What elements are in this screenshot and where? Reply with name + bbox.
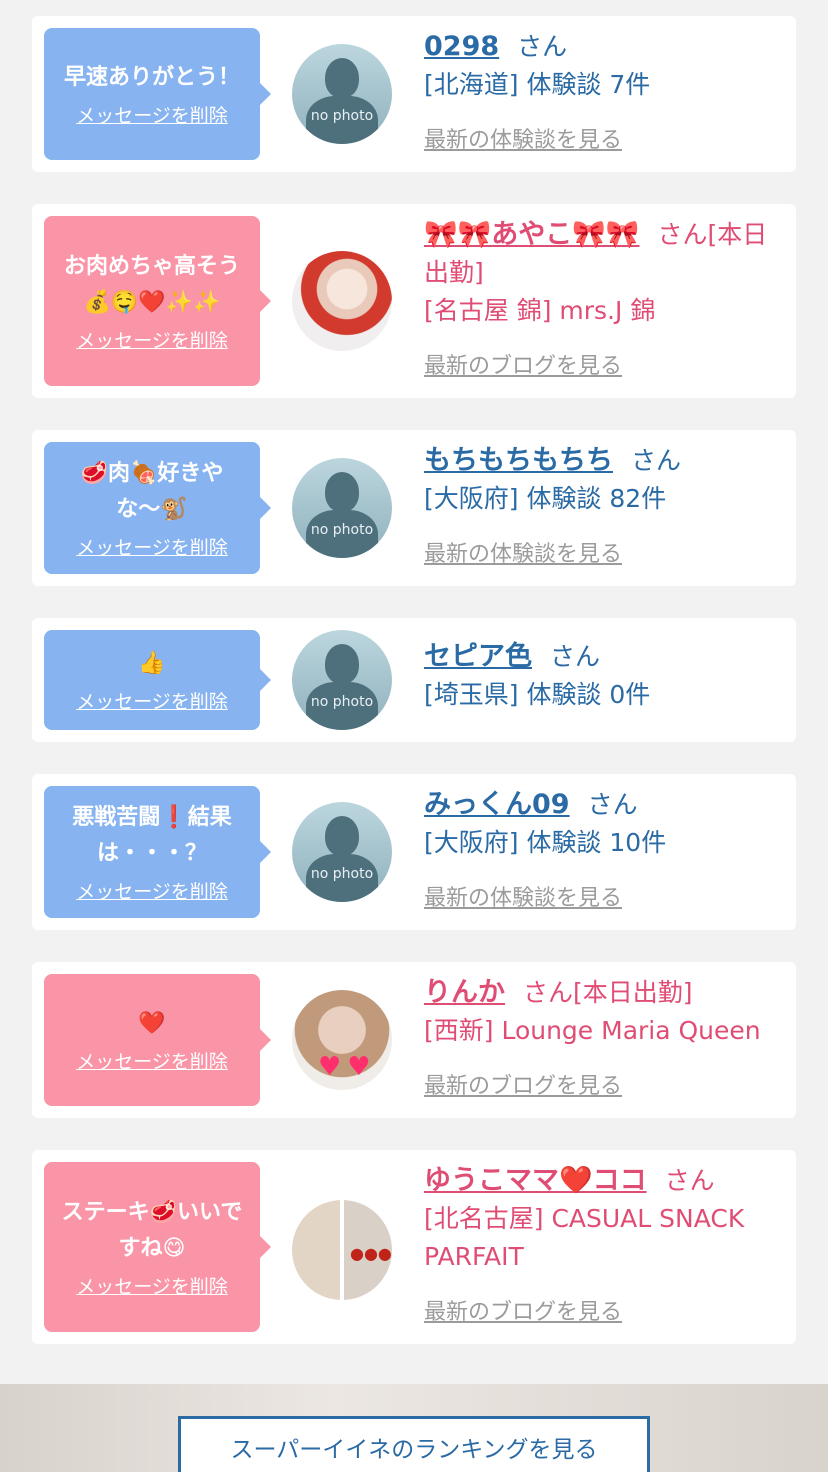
message-card: 👍 メッセージを削除 no photo セピア色 さん [埼玉県] 体験談 0件 xyxy=(32,618,796,742)
honorific: さん xyxy=(587,790,638,819)
user-shop-cont: PARFAIT xyxy=(424,1242,524,1271)
honorific: さん xyxy=(631,446,682,475)
message-text: 👍 xyxy=(138,651,166,676)
avatar[interactable]: no photo xyxy=(292,630,392,730)
no-photo-label: no photo xyxy=(310,522,374,538)
latest-blog-link[interactable]: 最新のブログを見る xyxy=(424,352,622,382)
message-bubble: 早速ありがとう！ メッセージを削除 xyxy=(44,28,271,160)
user-info: 0298 さん [北海道] 体験談 7件 xyxy=(424,28,784,104)
silhouette-head-icon xyxy=(325,472,359,512)
user-info: セピア色 さん [埼玉県] 体験談 0件 xyxy=(424,638,784,714)
message-bubble: 🥩肉🍖好きや な〜🐒 メッセージを削除 xyxy=(44,442,271,574)
user-info: りんか さん[本日出勤] [西新] Lounge Maria Queen xyxy=(424,974,784,1050)
honorific: さん xyxy=(657,220,708,249)
on-duty-label: [本日 xyxy=(707,220,768,249)
user-info: ゆうこママ❤️ココ さん [北名古屋] CASUAL SNACK PARFAIT xyxy=(424,1162,784,1276)
message-text: 🥩肉🍖好きや な〜🐒 xyxy=(80,461,224,522)
message-card: お肉めちゃ高そう 💰🤤❤️✨✨ メッセージを削除 🎀🎀あやこ🎀🎀 さん[本日 出勤… xyxy=(32,204,796,398)
latest-review-link[interactable]: 最新の体験談を見る xyxy=(424,126,622,156)
user-location: [大阪府] 体験談 10件 xyxy=(424,828,667,857)
user-name-link[interactable]: もちもちもちち xyxy=(424,445,613,476)
message-text: 早速ありがとう！ xyxy=(63,65,240,90)
latest-blog-link[interactable]: 最新のブログを見る xyxy=(424,1072,622,1102)
honorific: さん xyxy=(664,1166,715,1195)
photo-detail-icon: ●●● xyxy=(350,1244,392,1263)
message-bubble: 悪戦苦闘❗結果 は・・・？ メッセージを削除 xyxy=(44,786,271,918)
heart-sticker-icon: ♥♥ xyxy=(318,1052,377,1082)
user-location: [大阪府] 体験談 82件 xyxy=(424,484,667,513)
message-bubble: ❤️ メッセージを削除 xyxy=(44,974,271,1106)
user-name-link[interactable]: 0298 xyxy=(424,31,499,62)
delete-message-link[interactable]: メッセージを削除 xyxy=(76,329,228,353)
silhouette-head-icon xyxy=(325,644,359,684)
message-bubble: 👍 メッセージを削除 xyxy=(44,630,271,730)
honorific: さん xyxy=(523,978,574,1007)
no-photo-label: no photo xyxy=(310,108,374,124)
user-location: [北海道] 体験談 7件 xyxy=(424,70,651,99)
no-photo-label: no photo xyxy=(310,866,374,882)
user-name-link[interactable]: みっくん09 xyxy=(424,789,570,820)
avatar[interactable]: no photo xyxy=(292,802,392,902)
message-bubble: ステーキ🥩いいで すね😋 メッセージを削除 xyxy=(44,1162,271,1332)
silhouette-head-icon xyxy=(325,816,359,856)
latest-review-link[interactable]: 最新の体験談を見る xyxy=(424,540,622,570)
delete-message-link[interactable]: メッセージを削除 xyxy=(76,880,228,904)
avatar[interactable]: ●●● xyxy=(292,1200,392,1300)
user-name-link[interactable]: りんか xyxy=(424,977,505,1008)
delete-message-link[interactable]: メッセージを削除 xyxy=(76,1275,228,1299)
delete-message-link[interactable]: メッセージを削除 xyxy=(76,536,228,560)
user-info: みっくん09 さん [大阪府] 体験談 10件 xyxy=(424,786,784,862)
message-card: 早速ありがとう！ メッセージを削除 no photo 0298 さん [北海道] … xyxy=(32,16,796,172)
on-duty-label: [本日出勤] xyxy=(573,978,693,1007)
delete-message-link[interactable]: メッセージを削除 xyxy=(76,104,228,128)
message-text: 悪戦苦闘❗結果 は・・・？ xyxy=(72,805,232,866)
user-name-link[interactable]: セピア色 xyxy=(424,641,532,672)
message-bubble: お肉めちゃ高そう 💰🤤❤️✨✨ メッセージを削除 xyxy=(44,216,271,386)
user-shop: [名古屋 錦] mrs.J 錦 xyxy=(424,296,656,325)
silhouette-head-icon xyxy=(325,58,359,98)
latest-blog-link[interactable]: 最新のブログを見る xyxy=(424,1298,622,1328)
user-name-link[interactable]: 🎀🎀あやこ🎀🎀 xyxy=(424,219,639,250)
user-shop: [西新] Lounge Maria Queen xyxy=(424,1016,761,1045)
latest-review-link[interactable]: 最新の体験談を見る xyxy=(424,884,622,914)
on-duty-label-cont: 出勤] xyxy=(424,258,484,287)
user-info: 🎀🎀あやこ🎀🎀 さん[本日 出勤] [名古屋 錦] mrs.J 錦 xyxy=(424,216,784,330)
honorific: さん xyxy=(550,642,601,671)
message-text: ステーキ🥩いいで すね😋 xyxy=(61,1200,243,1261)
no-photo-label: no photo xyxy=(310,694,374,710)
user-info: もちもちもちち さん [大阪府] 体験談 82件 xyxy=(424,442,784,518)
message-card: ステーキ🥩いいで すね😋 メッセージを削除 ●●● ゆうこママ❤️ココ さん [北… xyxy=(32,1150,796,1344)
user-name-link[interactable]: ゆうこママ❤️ココ xyxy=(424,1165,647,1196)
avatar[interactable]: no photo xyxy=(292,458,392,558)
delete-message-link[interactable]: メッセージを削除 xyxy=(76,690,228,714)
avatar[interactable] xyxy=(292,251,392,351)
message-text: お肉めちゃ高そう 💰🤤❤️✨✨ xyxy=(63,254,240,315)
message-card: 🥩肉🍖好きや な〜🐒 メッセージを削除 no photo もちもちもちち さん [… xyxy=(32,430,796,586)
delete-message-link[interactable]: メッセージを削除 xyxy=(76,1050,228,1074)
honorific: さん xyxy=(517,32,568,61)
message-text: ❤️ xyxy=(138,1011,166,1036)
message-card: 悪戦苦闘❗結果 は・・・？ メッセージを削除 no photo みっくん09 さん… xyxy=(32,774,796,930)
ranking-button[interactable]: スーパーイイネのランキングを見る xyxy=(178,1416,650,1472)
avatar[interactable]: no photo xyxy=(292,44,392,144)
user-shop: [北名古屋] CASUAL SNACK xyxy=(424,1204,745,1233)
avatar[interactable]: ♥♥ xyxy=(292,990,392,1090)
user-location: [埼玉県] 体験談 0件 xyxy=(424,680,651,709)
message-card: ❤️ メッセージを削除 ♥♥ りんか さん[本日出勤] [西新] Lounge M… xyxy=(32,962,796,1118)
